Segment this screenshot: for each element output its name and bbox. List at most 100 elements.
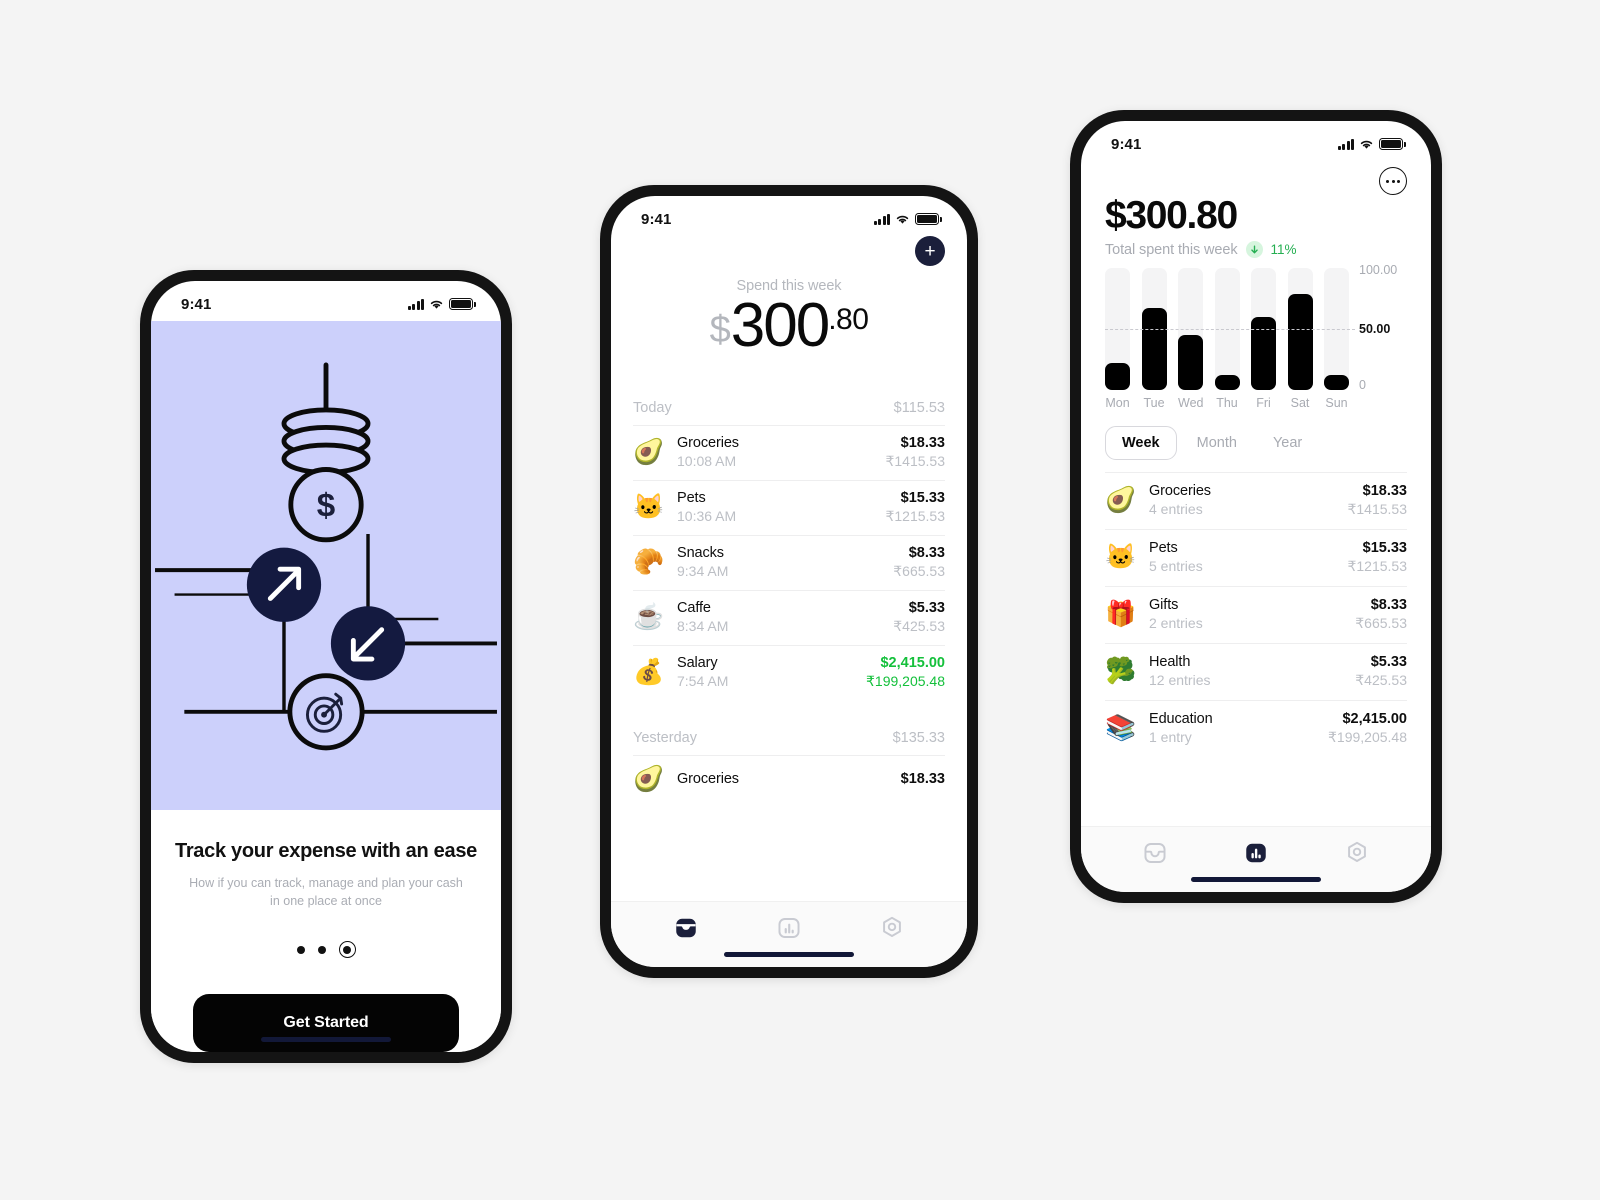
chart-plot-area: Mon Tue Wed Thu Fri Sat Sun	[1105, 268, 1355, 410]
tab-goals[interactable]	[869, 911, 915, 945]
segment-month[interactable]: Month	[1181, 427, 1253, 459]
category-row[interactable]: 🐱 Pets $15.33 5 entries ₹1215.53	[1105, 529, 1407, 586]
arrow-down-icon	[1245, 241, 1263, 258]
transaction-details: Caffe $5.33 8:34 AM ₹425.53	[677, 600, 945, 635]
segment-year[interactable]: Year	[1257, 427, 1318, 459]
x-tick-wed: Wed	[1178, 396, 1204, 410]
category-name: Education	[1149, 711, 1213, 727]
status-icons	[873, 213, 942, 225]
get-started-button[interactable]: Get Started	[193, 994, 459, 1052]
wifi-icon	[1359, 139, 1374, 150]
total-spent-amount: $300.80	[1105, 194, 1238, 237]
onboarding-copy: Track your expense with an ease How if y…	[151, 809, 501, 1052]
currency-symbol: $	[709, 309, 731, 351]
arrow-down-left-icon	[330, 606, 406, 681]
category-details: Education $2,415.00 1 entry ₹199,205.48	[1149, 711, 1407, 746]
amount-integer: 300	[730, 291, 830, 360]
x-tick-tue: Tue	[1143, 396, 1165, 410]
transaction-row[interactable]: 🥐 Snacks $8.33 9:34 AM ₹665.53	[633, 534, 945, 590]
x-tick-fri: Fri	[1256, 396, 1271, 410]
transaction-time: 9:34 AM	[677, 562, 729, 579]
category-amount: $18.33	[1362, 483, 1407, 499]
tab-goals[interactable]	[1334, 836, 1380, 870]
chart-y-axis: 100.00 50.00 0	[1359, 263, 1407, 393]
x-tick-mon: Mon	[1105, 396, 1130, 410]
total-spent-meta: Total spent this week 11%	[1105, 241, 1407, 258]
category-row[interactable]: 🎁 Gifts $8.33 2 entries ₹665.53	[1105, 586, 1407, 643]
bar-fill	[1141, 308, 1167, 390]
target-icon	[287, 673, 365, 751]
coffee-icon: ☕	[633, 603, 665, 632]
transaction-time: 8:34 AM	[677, 617, 729, 634]
category-details: Pets $15.33 5 entries ₹1215.53	[1149, 540, 1407, 575]
hexagon-target-icon	[1347, 841, 1366, 862]
inbox-icon	[676, 918, 697, 937]
hexagon-target-icon	[882, 916, 901, 937]
avocado-icon: 🥑	[633, 438, 665, 467]
broccoli-icon: 🥦	[1105, 657, 1137, 686]
day-header-today: Today $115.53	[633, 394, 945, 425]
bar-fill	[1324, 375, 1349, 390]
category-row[interactable]: 📚 Education $2,415.00 1 entry ₹199,205.48	[1105, 700, 1407, 757]
bottom-tab-bar	[611, 901, 967, 967]
category-row[interactable]: 🥦 Health $5.33 12 entries ₹425.53	[1105, 643, 1407, 700]
books-icon: 📚	[1105, 714, 1137, 743]
page-dot-3-active[interactable]	[338, 941, 356, 958]
segment-week[interactable]: Week	[1105, 426, 1177, 460]
more-options-button[interactable]	[1379, 167, 1407, 195]
onboarding-illustration: $	[151, 321, 501, 810]
bar-chart-icon	[1246, 843, 1266, 862]
transaction-name: Groceries	[677, 434, 739, 451]
illustration-svg: $	[155, 362, 497, 751]
category-name: Gifts	[1149, 597, 1179, 613]
page-indicator[interactable]	[175, 941, 477, 958]
chart-x-axis: Mon Tue Wed Thu Fri Sat Sun	[1105, 396, 1349, 410]
screenshot-canvas: 9:41 $ Track your expense with an ease H…	[0, 0, 1600, 1200]
status-time: 9:41	[641, 210, 672, 228]
add-transaction-button[interactable]: +	[915, 236, 945, 266]
category-list[interactable]: 🥑 Groceries $18.33 4 entries ₹1415.53 🐱 Pe…	[1081, 472, 1431, 826]
transaction-details: Salary $2,415.00 7:54 AM ₹199,205.48	[677, 655, 945, 690]
page-dot-1[interactable]	[296, 945, 305, 954]
phone-transactions: 9:41 + Spend this week $ 300 .80 Today $…	[600, 185, 978, 978]
y-tick-50: 50.00	[1359, 322, 1391, 336]
wifi-icon	[895, 214, 910, 225]
status-bar: 9:41	[611, 196, 967, 236]
tab-statistics[interactable]	[766, 911, 812, 945]
transaction-list[interactable]: Today $115.53 🥑 Groceries $18.33 10:08 AM…	[611, 394, 967, 901]
transaction-details: Groceries $18.33	[677, 771, 945, 787]
tab-statistics[interactable]	[1233, 836, 1279, 870]
phone-3-screen: 9:41 $300.80 Total spent this week 11% M…	[1081, 121, 1431, 892]
delta-percent: 11%	[1270, 242, 1297, 257]
x-tick-thu: Thu	[1216, 396, 1238, 410]
tab-inbox[interactable]	[663, 911, 709, 945]
reference-line-50	[1105, 329, 1355, 330]
category-entries: 4 entries	[1149, 501, 1203, 517]
transaction-row[interactable]: ☕ Caffe $5.33 8:34 AM ₹425.53	[633, 589, 945, 645]
status-time: 9:41	[181, 295, 212, 313]
transaction-row[interactable]: 🥑 Groceries $18.33	[633, 754, 945, 804]
transaction-time: 10:36 AM	[677, 507, 737, 524]
home-indicator	[724, 952, 854, 957]
status-time: 9:41	[1111, 135, 1142, 153]
category-details: Health $5.33 12 entries ₹425.53	[1149, 654, 1407, 689]
tab-inbox[interactable]	[1132, 836, 1178, 870]
day-label: Today	[633, 399, 672, 416]
dot	[1386, 179, 1389, 183]
transaction-row-income[interactable]: 💰 Salary $2,415.00 7:54 AM ₹199,205.48	[633, 644, 945, 700]
category-name: Health	[1149, 654, 1191, 670]
day-total: $135.33	[892, 729, 945, 746]
transaction-name: Groceries	[677, 771, 739, 788]
gift-icon: 🎁	[1105, 600, 1137, 629]
category-row[interactable]: 🥑 Groceries $18.33 4 entries ₹1415.53	[1105, 472, 1407, 529]
category-amount: $2,415.00	[1342, 711, 1407, 727]
transaction-details: Snacks $8.33 9:34 AM ₹665.53	[677, 545, 945, 580]
category-secondary-amount: ₹1215.53	[1347, 558, 1407, 574]
transaction-row[interactable]: 🥑 Groceries $18.33 10:08 AM ₹1415.53	[633, 424, 945, 480]
phone-statistics: 9:41 $300.80 Total spent this week 11% M…	[1070, 110, 1442, 903]
y-tick-0: 0	[1359, 378, 1366, 393]
dot	[1391, 179, 1395, 183]
page-dot-2[interactable]	[317, 945, 326, 954]
period-segmented-control[interactable]: Week Month Year	[1081, 410, 1431, 472]
transaction-row[interactable]: 🐱 Pets $15.33 10:36 AM ₹1215.53	[633, 479, 945, 535]
